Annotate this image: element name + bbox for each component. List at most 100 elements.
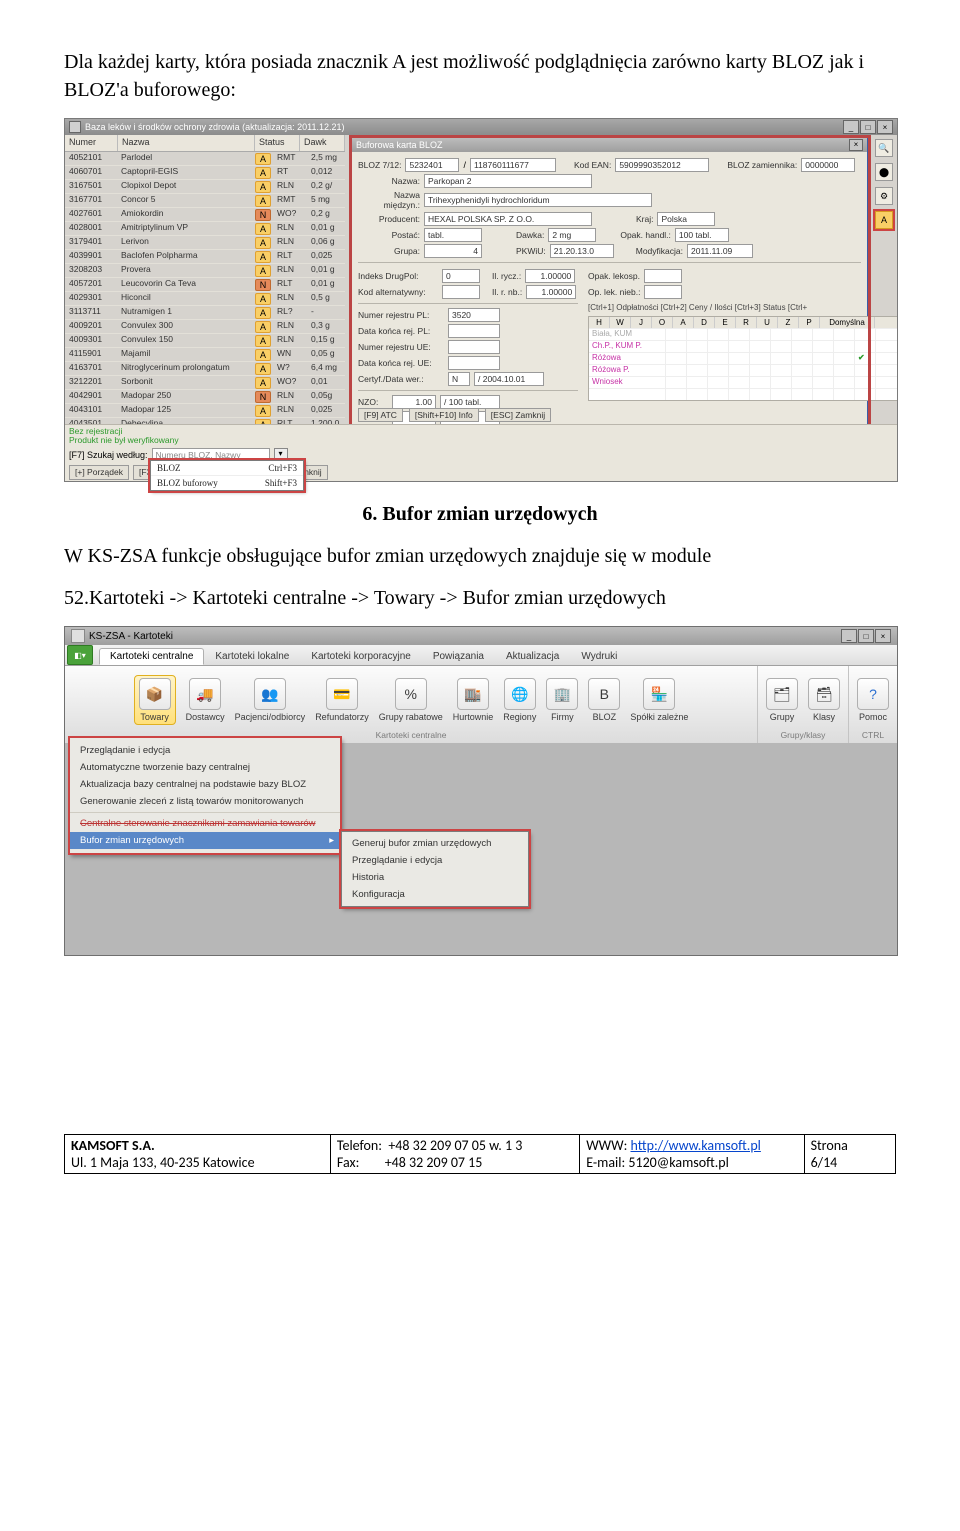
bloz712-field-b[interactable]: 118760111677 (470, 158, 556, 172)
table-row[interactable]: 3167501Clopixol DepotARLN0,2 g/ (65, 180, 345, 194)
table-row[interactable]: 4029301HiconcilARLN0,5 g (65, 292, 345, 306)
menu-centralne-sterowanie[interactable]: Centralne sterowanie znacznikami zamawia… (70, 815, 340, 832)
cert-field-a[interactable]: N (448, 372, 470, 386)
dawka-field[interactable]: 2 mg (548, 228, 596, 242)
card-close-button[interactable]: × (849, 139, 863, 151)
mod-field[interactable]: 2011.11.09 (687, 244, 753, 258)
kszsa-minimize[interactable]: _ (841, 629, 857, 643)
ribbon-grupy[interactable]: 🗂Grupy (766, 678, 798, 722)
table-row[interactable]: 4115901MajamilAWN0,05 g (65, 348, 345, 362)
nzo-field[interactable]: 1.00 (392, 395, 436, 409)
table-row[interactable]: 4039901Baclofen PolpharmaARLT0,025 (65, 250, 345, 264)
ribbon-hurtownie[interactable]: 🏬Hurtownie (453, 678, 494, 722)
col-dawk[interactable]: Dawk (300, 135, 345, 151)
nm-field[interactable]: Trihexyphenidyli hydrochloridum (424, 193, 652, 207)
table-row[interactable]: 4052101ParlodelARMT2,5 mg (65, 152, 345, 166)
submenu-konfiguracja[interactable]: Konfiguracja (342, 886, 528, 903)
pkwiu-field[interactable]: 21.20.13.0 (550, 244, 614, 258)
app-menu-button[interactable]: ◧▾ (67, 645, 93, 665)
menu-item-bloz-buf[interactable]: BLOZ buforowyShift+F3 (151, 476, 303, 490)
table-row[interactable]: 3208203ProveraARLN0,01 g (65, 264, 345, 278)
ribbon-pomoc[interactable]: ?Pomoc (857, 678, 889, 722)
ribbon-klasy[interactable]: 🗃Klasy (808, 678, 840, 722)
minimize-button[interactable]: _ (843, 120, 859, 134)
tab-powiazania[interactable]: Powiązania (422, 648, 495, 665)
zam-field[interactable]: 0000000 (801, 158, 855, 172)
info-button[interactable]: [Shift+F10] Info (409, 408, 479, 422)
table-row[interactable]: 4009301Convulex 150ARLN0,15 g (65, 334, 345, 348)
table-row[interactable]: 4043101Madopar 125ARLN0,025 (65, 404, 345, 418)
card-close-btn[interactable]: [ESC] Zamknij (485, 408, 551, 422)
cert-field-b[interactable]: / 2004.10.01 (474, 372, 544, 386)
postac-field[interactable]: tabl. (424, 228, 482, 242)
grupa-field[interactable]: 4 (424, 244, 482, 258)
tab-aktualizacja[interactable]: Aktualizacja (495, 648, 570, 665)
datakue-field[interactable] (448, 356, 500, 370)
col-nazwa[interactable]: Nazwa (118, 135, 255, 151)
ilnieb-field[interactable]: 1.00000 (526, 285, 576, 299)
ribbon-regiony[interactable]: 🌐Regiony (503, 678, 536, 722)
table-row[interactable]: 3179401LerivonARLN0,06 g (65, 236, 345, 250)
menu-generowanie[interactable]: Generowanie zleceń z listą towarów monit… (70, 793, 340, 810)
kraj-field[interactable]: Polska (657, 212, 715, 226)
menu-item-bloz[interactable]: BLOZCtrl+F3 (151, 461, 303, 476)
numrejue-field[interactable] (448, 340, 500, 354)
nazwa-field[interactable]: Parkopan 2 (424, 174, 592, 188)
table-row[interactable]: 4057201Leucovorin Ca TevaNRLT0,01 g (65, 278, 345, 292)
ribbon-towary[interactable]: 📦Towary (134, 675, 176, 725)
www-link[interactable]: http://www.kamsoft.pl (631, 1137, 761, 1154)
tab-korporacyjne[interactable]: Kartoteki korporacyjne (300, 648, 422, 665)
olnieb-field[interactable] (644, 285, 682, 299)
bloz712-field-a[interactable]: 5232401 (405, 158, 459, 172)
ribbon-spkizalene[interactable]: 🏪Spółki zależne (630, 678, 688, 722)
numrej-field[interactable]: 3520 (448, 308, 500, 322)
col-status[interactable]: Status (255, 135, 300, 151)
atc-button[interactable]: [F9] ATC (358, 408, 403, 422)
idx-field[interactable]: 0 (442, 269, 480, 283)
ribbon-bloz[interactable]: BBLOZ (588, 678, 620, 722)
table-row[interactable]: 4163701Nitroglycerinum prolongatumAW?6,4… (65, 362, 345, 376)
tab-wydruki[interactable]: Wydruki (570, 648, 628, 665)
right-icon-2[interactable]: ⬤ (875, 163, 893, 181)
right-icon-3[interactable]: ⚙ (875, 187, 893, 205)
kszsa-close[interactable]: × (875, 629, 891, 643)
table-row[interactable]: 3212201SorbonitAWO?0,01 (65, 376, 345, 390)
menu-bufor-zmian[interactable]: Bufor zmian urzędowych▸ (70, 832, 340, 849)
nzo-field2[interactable]: / 100 tabl. (440, 395, 500, 409)
table-row[interactable]: 4042901Madopar 250NRLN0,05g (65, 390, 345, 404)
ilrycz-field[interactable]: 1.00000 (525, 269, 575, 283)
prod-field[interactable]: HEXAL POLSKA SP. Z O.O. (424, 212, 592, 226)
table-row[interactable]: 4060701Captopril-EGISART0,012 (65, 166, 345, 180)
tab-lokalne[interactable]: Kartoteki lokalne (204, 648, 300, 665)
right-icon-a[interactable]: A (875, 211, 893, 229)
kszsa-maximize[interactable]: □ (858, 629, 874, 643)
ribbon-firmy[interactable]: 🏢Firmy (546, 678, 578, 722)
maximize-button[interactable]: □ (860, 120, 876, 134)
ribbon-grupyrabatowe[interactable]: %Grupy rabatowe (379, 678, 443, 722)
table-row[interactable]: 3167701Concor 5ARMT5 mg (65, 194, 345, 208)
col-numer[interactable]: Numer (65, 135, 118, 151)
table-row[interactable]: 4027601AmiokordinNWO?0,2 g (65, 208, 345, 222)
datak-field[interactable] (448, 324, 500, 338)
olek-field[interactable] (644, 269, 682, 283)
close-button[interactable]: × (877, 120, 893, 134)
pacjenci/odbiorcy-icon: 👥 (254, 678, 286, 710)
submenu-historia[interactable]: Historia (342, 869, 528, 886)
table-row[interactable]: 4028001Amitriptylinum VPARLN0,01 g (65, 222, 345, 236)
menu-auto-tworzenie[interactable]: Automatyczne tworzenie bazy centralnej (70, 759, 340, 776)
ribbon-pacjenciodbiorcy[interactable]: 👥Pacjenci/odbiorcy (235, 678, 306, 722)
table-row[interactable]: 4009201Convulex 300ARLN0,3 g (65, 320, 345, 334)
kodalt-field[interactable] (442, 285, 480, 299)
order-button[interactable]: [+] Porządek (69, 465, 129, 480)
submenu-generuj[interactable]: Generuj bufor zmian urzędowych (342, 835, 528, 852)
opak-field[interactable]: 100 tabl. (675, 228, 729, 242)
ribbon-refundatorzy[interactable]: 💳Refundatorzy (315, 678, 369, 722)
menu-aktualizacja[interactable]: Aktualizacja bazy centralnej na podstawi… (70, 776, 340, 793)
menu-przegladanie[interactable]: Przeglądanie i edycja (70, 742, 340, 759)
ean-field[interactable]: 5909990352012 (615, 158, 709, 172)
right-icon-1[interactable]: 🔍 (875, 139, 893, 157)
tab-centralne[interactable]: Kartoteki centralne (99, 648, 204, 665)
ribbon-dostawcy[interactable]: 🚚Dostawcy (186, 678, 225, 722)
table-row[interactable]: 3113711Nutramigen 1ARL?- (65, 306, 345, 320)
submenu-przegladanie[interactable]: Przeglądanie i edycja (342, 852, 528, 869)
